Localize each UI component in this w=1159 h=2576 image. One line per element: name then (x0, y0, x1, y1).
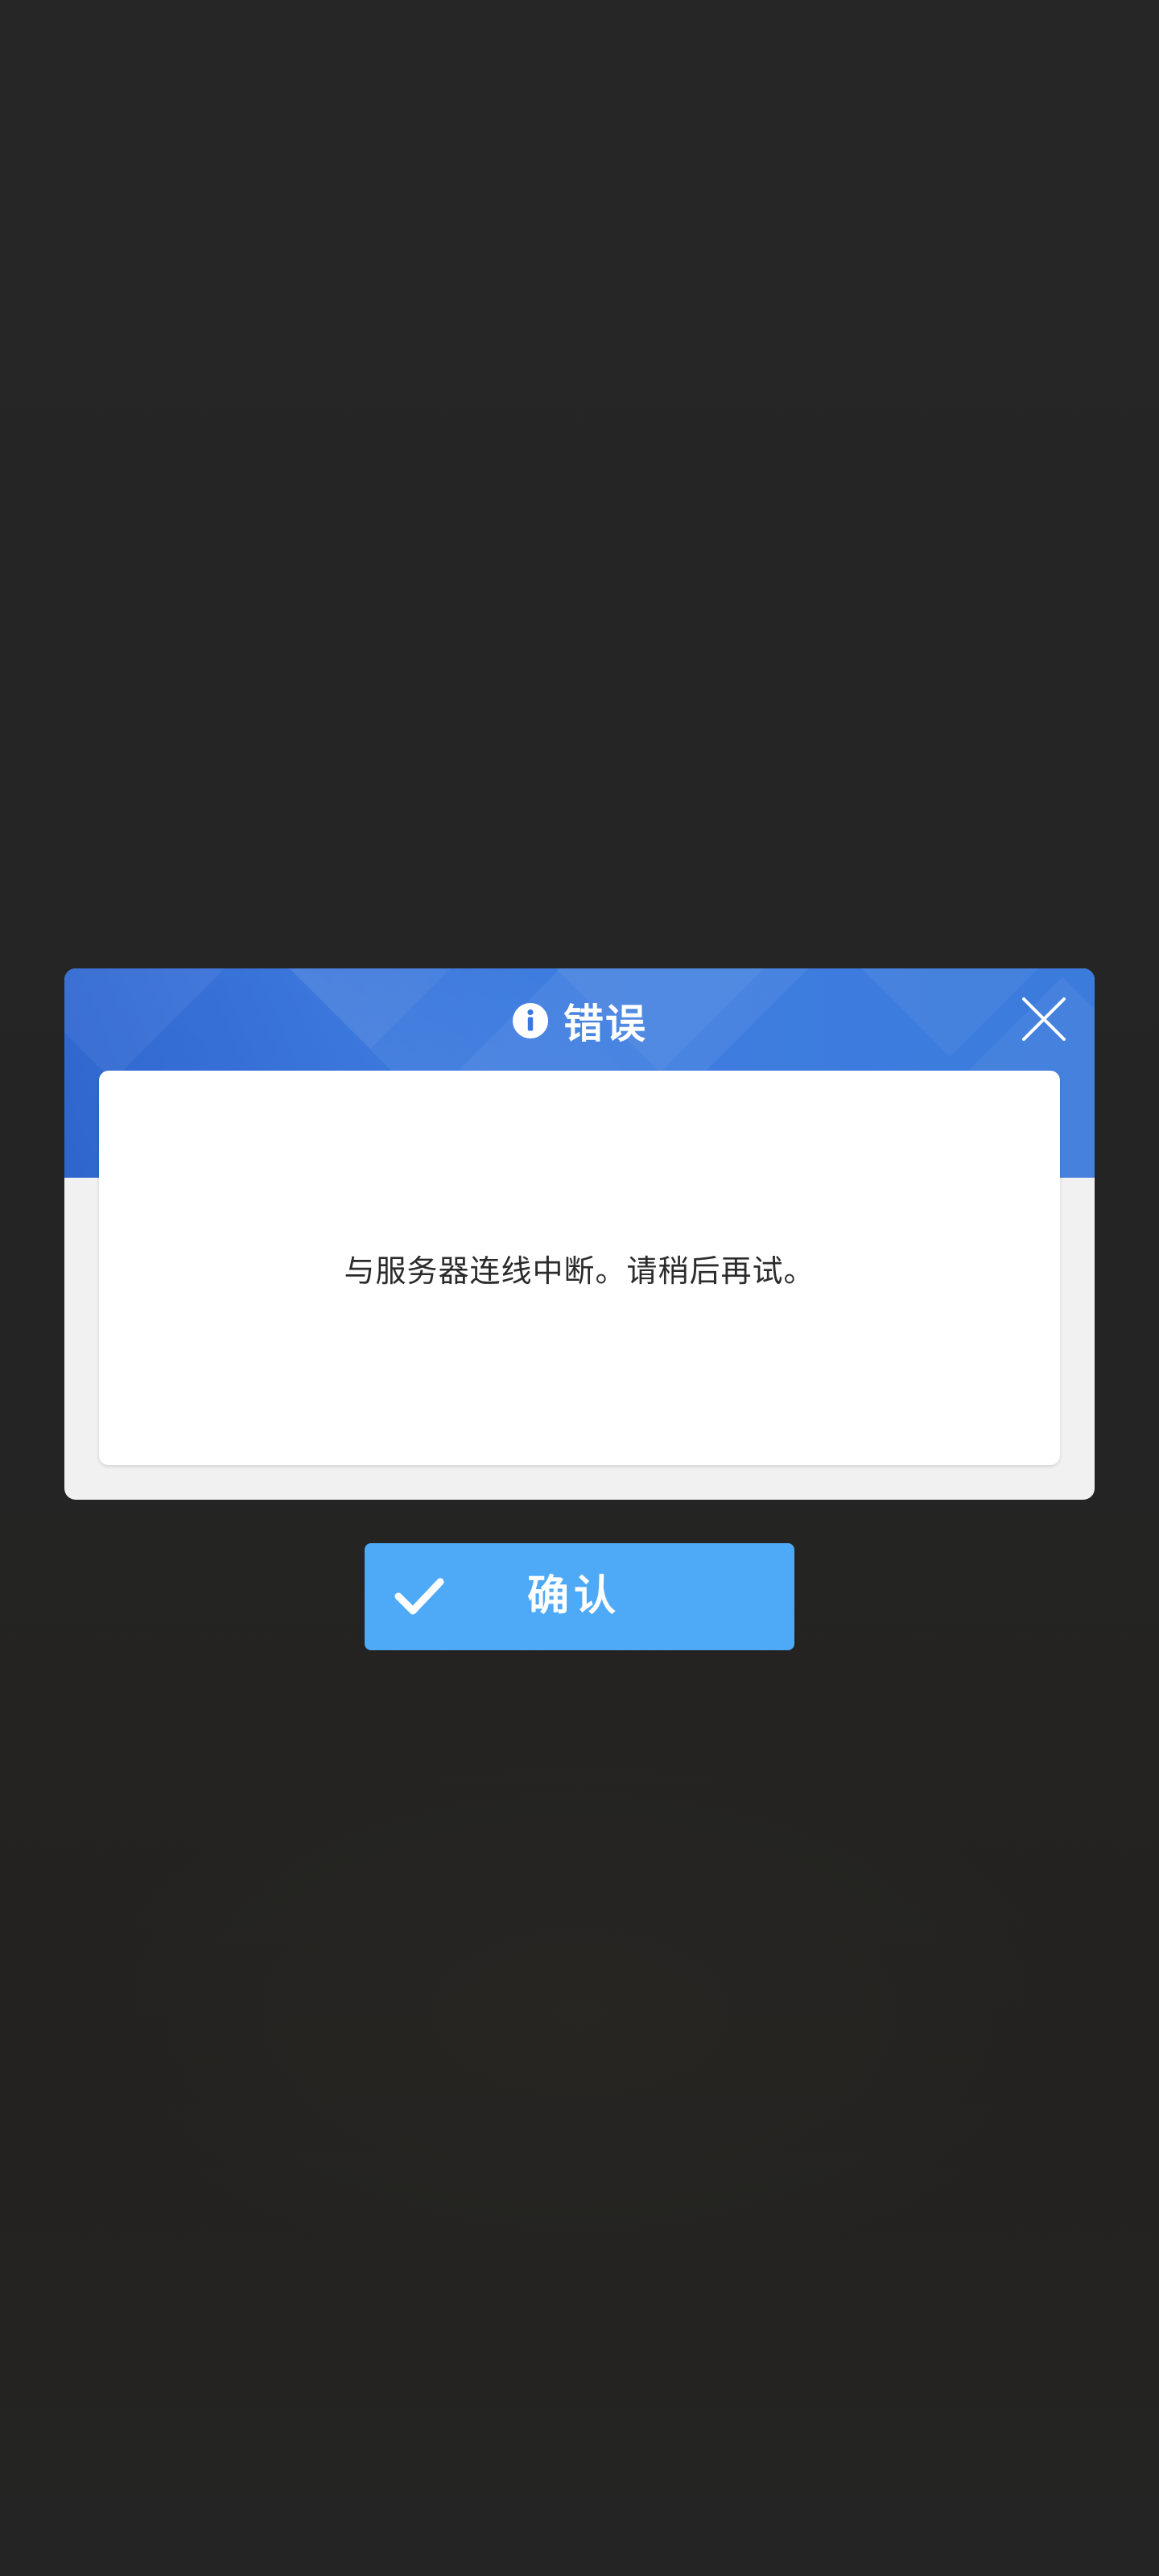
dialog-title-bar: 错误 (64, 968, 1095, 1073)
confirm-button-label: 确认 (526, 1572, 621, 1620)
close-icon[interactable] (1017, 993, 1070, 1046)
info-icon (513, 1003, 548, 1038)
dialog-body: 与服务器连线中断。请稍后再试。 (99, 1071, 1060, 1465)
dialog-title: 错误 (563, 1001, 647, 1047)
error-message: 与服务器连线中断。请稍后再试。 (344, 1253, 815, 1289)
error-dialog: 错误 与服务器连线中断。请稍后再试。 (64, 968, 1095, 1500)
confirm-button[interactable]: 确认 (365, 1543, 794, 1650)
